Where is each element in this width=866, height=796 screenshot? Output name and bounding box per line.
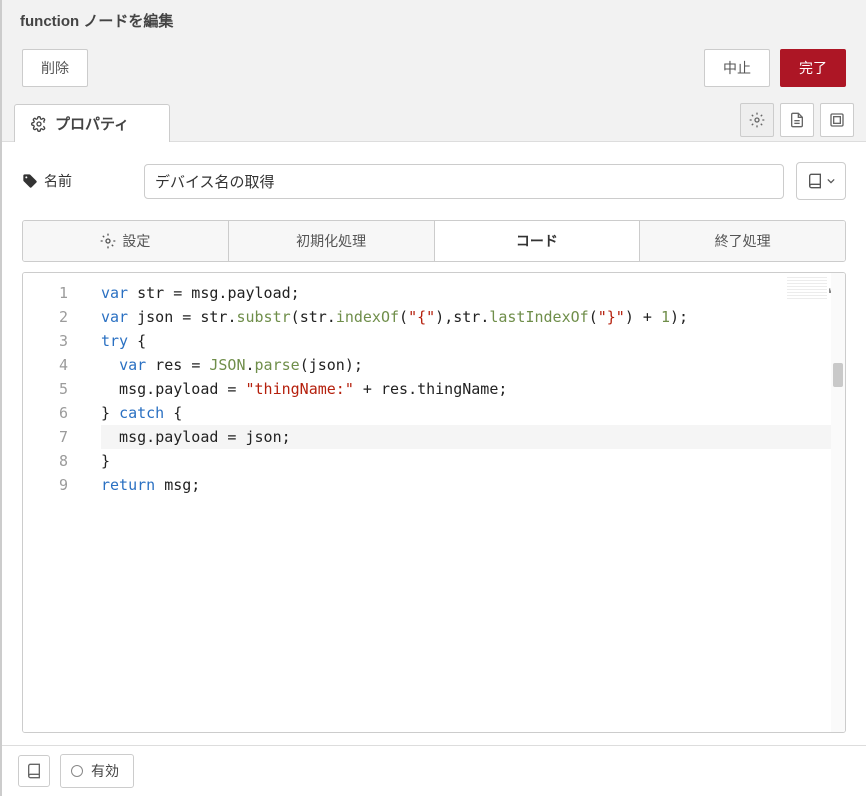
appearance-icon-button[interactable] <box>820 103 854 137</box>
gutter-line: 5 <box>23 377 68 401</box>
book-icon <box>807 173 823 189</box>
code-line[interactable]: var str = msg.payload; <box>101 281 845 305</box>
gutter-line: 2 <box>23 305 68 329</box>
code-line[interactable]: msg.payload = json; <box>101 425 845 449</box>
gutter-line: 6 <box>23 401 68 425</box>
sub-tab-code-label: コード <box>516 231 558 251</box>
description-icon-button[interactable] <box>780 103 814 137</box>
code-line[interactable]: var json = str.substr(str.indexOf("{"),s… <box>101 305 845 329</box>
name-label-text: 名前 <box>44 171 72 191</box>
enabled-label: 有効 <box>91 761 119 781</box>
gutter-line: 4 <box>23 353 68 377</box>
gutter-line: 7 <box>23 425 68 449</box>
code-line[interactable]: try { <box>101 329 845 353</box>
enabled-indicator-icon <box>71 765 83 777</box>
footer: 有効 <box>2 745 866 796</box>
code-line[interactable]: } catch { <box>101 401 845 425</box>
done-button[interactable]: 完了 <box>780 49 846 87</box>
sub-tab-onstop[interactable]: 終了処理 <box>640 221 845 261</box>
function-sub-tabs: 設定 初期化処理 コード 終了処理 <box>22 220 846 262</box>
editor-minimap <box>787 277 827 299</box>
editor-code-area[interactable]: var str = msg.payload;var json = str.sub… <box>81 273 845 732</box>
code-line[interactable]: msg.payload = "thingName:" + res.thingNa… <box>101 377 845 401</box>
editor-scrollbar[interactable] <box>831 273 845 732</box>
name-row: 名前 <box>22 162 846 200</box>
delete-button[interactable]: 削除 <box>22 49 88 87</box>
caret-down-icon <box>827 177 835 185</box>
sub-tab-setup-label: 設定 <box>122 231 150 251</box>
gear-icon <box>31 116 47 132</box>
enabled-toggle[interactable]: 有効 <box>60 754 134 788</box>
sub-tab-code[interactable]: コード <box>435 221 641 261</box>
sub-tab-onstart[interactable]: 初期化処理 <box>229 221 435 261</box>
cancel-button[interactable]: 中止 <box>704 49 770 87</box>
sub-tab-onstart-label: 初期化処理 <box>296 231 366 251</box>
main-tabs: プロパティ <box>2 103 866 142</box>
settings-icon-button[interactable] <box>740 103 774 137</box>
tab-properties[interactable]: プロパティ <box>14 104 170 142</box>
name-input[interactable] <box>144 164 784 199</box>
gear-icon <box>749 112 765 128</box>
editor-gutter: 123456789 <box>23 273 81 732</box>
footer-library-button[interactable] <box>18 755 50 787</box>
gear-icon <box>100 233 116 249</box>
gutter-line: 9 <box>23 473 68 497</box>
gutter-line: 8 <box>23 449 68 473</box>
editor-scroll-thumb[interactable] <box>833 363 843 387</box>
gutter-line: 3 <box>23 329 68 353</box>
gutter-line: 1 <box>23 281 68 305</box>
edit-panel: function ノードを編集 削除 中止 完了 プロパティ 名前 <box>0 0 866 796</box>
sub-tab-setup[interactable]: 設定 <box>23 221 229 261</box>
action-bar: 削除 中止 完了 <box>2 41 866 103</box>
tab-properties-label: プロパティ <box>55 113 129 134</box>
name-label: 名前 <box>22 171 132 191</box>
code-line[interactable]: return msg; <box>101 473 845 497</box>
appearance-icon <box>829 112 845 128</box>
library-button[interactable] <box>796 162 846 200</box>
panel-title: function ノードを編集 <box>2 0 866 41</box>
body-area: 名前 設定 初期化処理 コード 終了処理 <box>2 142 866 745</box>
book-icon <box>26 763 42 779</box>
code-editor[interactable]: 123456789 var str = msg.payload;var json… <box>22 272 846 733</box>
code-line[interactable]: var res = JSON.parse(json); <box>101 353 845 377</box>
sub-tab-onstop-label: 終了処理 <box>715 231 771 251</box>
code-line[interactable]: } <box>101 449 845 473</box>
document-icon <box>789 112 805 128</box>
tag-icon <box>22 173 38 189</box>
